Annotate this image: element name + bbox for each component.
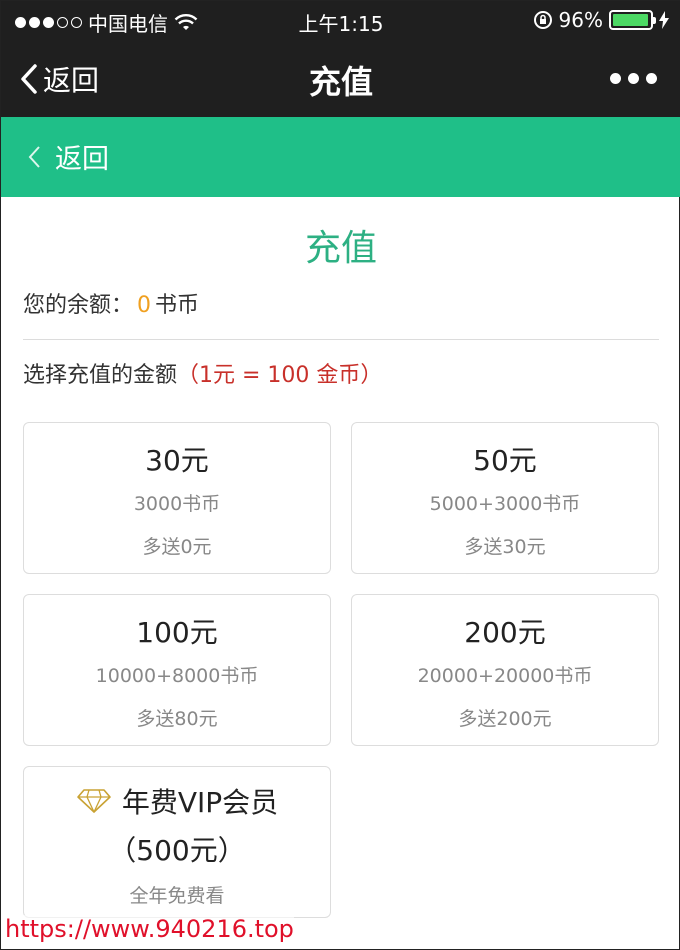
nav-title: 充值 <box>308 63 373 101</box>
select-amount-line: 选择充值的金额（1元 = 100 金币） <box>23 357 382 389</box>
package-coins: 5000+3000书币 <box>429 493 581 515</box>
header-back-button[interactable]: 返回 <box>27 137 109 176</box>
status-right: 96% <box>533 8 669 32</box>
package-coins: 20000+20000书币 <box>417 665 593 687</box>
package-bonus: 多送80元 <box>136 708 218 730</box>
package-bonus: 多送200元 <box>458 708 552 730</box>
package-coins: 3000书币 <box>133 493 221 515</box>
package-bonus: 多送0元 <box>142 536 212 558</box>
package-bonus: 多送30元 <box>464 536 546 558</box>
vip-note: 全年免费看 <box>129 885 225 907</box>
page-title: 充值 <box>304 228 377 269</box>
more-options-icon[interactable] <box>610 73 657 84</box>
green-header: 返回 <box>1 117 680 197</box>
package-coins: 10000+8000书币 <box>95 665 259 687</box>
chevron-left-icon <box>28 145 40 168</box>
package-card-30[interactable]: 30元 3000书币 多送0元 <box>23 422 331 574</box>
divider <box>23 339 659 340</box>
header-back-label: 返回 <box>55 144 109 175</box>
balance-line: 您的余额： 0 书币 <box>23 287 199 319</box>
package-card-50[interactable]: 50元 5000+3000书币 多送30元 <box>351 422 659 574</box>
vip-title-line: 年费VIP会员 <box>24 781 330 821</box>
vip-membership-card[interactable]: 年费VIP会员 （500元） 全年免费看 <box>23 766 331 918</box>
battery-percent: 96% <box>558 8 603 32</box>
diamond-icon <box>77 789 111 813</box>
exchange-rate: （1元 = 100 金币） <box>177 363 383 388</box>
vip-price: （500元） <box>108 834 246 867</box>
package-price: 100元 <box>136 616 218 649</box>
package-price: 50元 <box>473 444 537 477</box>
battery-icon <box>609 10 656 30</box>
charging-icon <box>659 11 669 29</box>
rotation-lock-icon <box>533 11 552 29</box>
select-amount-label: 选择充值的金额 <box>23 363 178 388</box>
package-price: 200元 <box>464 616 546 649</box>
package-card-200[interactable]: 200元 20000+20000书币 多送200元 <box>351 594 659 746</box>
package-price: 30元 <box>145 444 209 477</box>
nav-bar: 返回 充值 <box>1 41 680 117</box>
watermark: https://www.940216.top <box>5 915 294 943</box>
battery-fill <box>613 14 648 26</box>
vip-title: 年费VIP会员 <box>121 786 279 819</box>
package-card-100[interactable]: 100元 10000+8000书币 多送80元 <box>23 594 331 746</box>
status-bar: 中国电信 上午1:15 96% <box>1 1 680 41</box>
balance-unit: 书币 <box>155 293 200 318</box>
balance-amount: 0 <box>137 293 152 318</box>
balance-label: 您的余额： <box>23 293 134 318</box>
